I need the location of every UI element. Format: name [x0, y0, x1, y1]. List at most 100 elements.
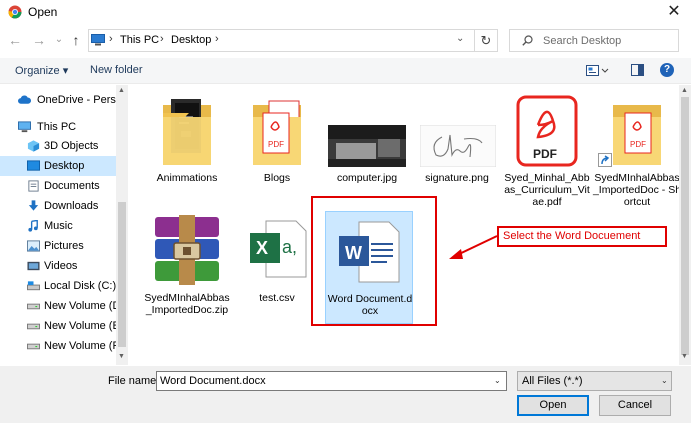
- up-folder-icon[interactable]: ↑: [67, 31, 85, 49]
- file-name: SyedMInhalAbbas_ImportedDoc.zip: [144, 292, 230, 316]
- file-type-dropdown-icon[interactable]: ⌄: [661, 376, 668, 385]
- sidebar-item-label: 3D Objects: [44, 140, 99, 152]
- scroll-up-icon[interactable]: ▲: [681, 87, 688, 94]
- file-name-input[interactable]: Word Document.docx: [156, 371, 507, 391]
- sidebar-item-documents[interactable]: Documents: [0, 176, 116, 196]
- sidebar-item-new-volume-f[interactable]: New Volume (F:): [0, 336, 116, 356]
- drive-icon: [27, 323, 40, 330]
- sidebar-scrollbar[interactable]: ▲ ▼: [116, 85, 128, 365]
- this-pc-icon: [91, 34, 105, 46]
- scroll-up-icon[interactable]: ▲: [118, 87, 125, 94]
- file-name: test.csv: [259, 292, 295, 304]
- dialog-footer: File name: Word Document.docx ⌄ All File…: [0, 366, 691, 423]
- file-item-imported-doc-zip[interactable]: SyedMInhalAbbas_ImportedDoc.zip: [142, 211, 232, 321]
- file-name: Blogs: [263, 172, 291, 184]
- download-icon: [28, 200, 39, 211]
- svg-text:PDF: PDF: [268, 140, 284, 149]
- sidebar-item-label: Pictures: [44, 240, 84, 252]
- preview-pane-icon[interactable]: [631, 64, 644, 76]
- scroll-down-icon[interactable]: ▼: [681, 353, 688, 360]
- breadcrumb-separator: ›: [160, 33, 164, 45]
- sidebar-item-desktop[interactable]: Desktop: [0, 156, 116, 176]
- pdf-icon-text: PDF: [533, 147, 557, 161]
- sidebar-item-label: OneDrive - Persor: [37, 94, 116, 106]
- file-name-dropdown-icon[interactable]: ⌄: [494, 376, 501, 385]
- csv-icon-text: a,: [282, 237, 298, 257]
- sidebar-item-label: Music: [44, 220, 73, 232]
- sidebar-item-videos[interactable]: Videos: [0, 256, 116, 276]
- command-bar: Organize ▾ New folder ?: [0, 58, 691, 84]
- sidebar-item-music[interactable]: Music: [0, 216, 116, 236]
- breadcrumb-this-pc[interactable]: This PC: [120, 34, 159, 46]
- refresh-icon[interactable]: ↻: [475, 29, 498, 52]
- documents-icon: [28, 180, 39, 192]
- file-item-test-csv[interactable]: X a, test.csv: [232, 211, 322, 304]
- search-input[interactable]: Search Desktop: [509, 29, 679, 52]
- navigation-bar: ← → ⌄ ↑ › This PC › Desktop › ⌄ ↻ Search…: [0, 26, 691, 56]
- back-icon[interactable]: ←: [6, 31, 24, 49]
- file-list: Animmations PDF Blogs computer.jpg signa…: [130, 85, 679, 365]
- sidebar-item-local-disk-c[interactable]: Local Disk (C:): [0, 276, 116, 296]
- sidebar-item-label: Videos: [44, 260, 78, 272]
- change-view-icon[interactable]: [586, 64, 610, 78]
- help-icon[interactable]: ?: [660, 63, 674, 77]
- file-name: signature.png: [425, 172, 489, 184]
- image-thumbnail-icon: [328, 125, 406, 167]
- sidebar-item-label: Downloads: [44, 200, 99, 212]
- title-bar: Open ✕: [0, 0, 691, 24]
- file-type-select[interactable]: All Files (*.*): [517, 371, 672, 391]
- annotation-highlight-box: [311, 196, 437, 326]
- file-name: Animmations: [156, 172, 218, 184]
- winrar-archive-icon: [155, 215, 219, 285]
- file-name: SyedMInhalAbbas_ImportedDoc - Shortcut: [592, 172, 679, 208]
- address-bar[interactable]: › This PC › Desktop › ⌄: [88, 29, 475, 52]
- excel-icon-letter: X: [256, 238, 269, 258]
- pictures-icon: [27, 240, 40, 252]
- file-item-computer-jpg[interactable]: computer.jpg: [322, 95, 412, 185]
- file-item-blogs[interactable]: PDF Blogs: [232, 95, 322, 185]
- close-icon[interactable]: ✕: [662, 1, 686, 23]
- file-name-label: File name:: [108, 375, 160, 387]
- svg-text:PDF: PDF: [630, 140, 646, 149]
- sidebar-item-downloads[interactable]: Downloads: [0, 196, 116, 216]
- annotation-arrow-icon: [449, 235, 498, 259]
- file-name: computer.jpg: [336, 172, 398, 184]
- shortcut-arrow-icon: [598, 153, 612, 167]
- sidebar-item-3d-objects[interactable]: 3D Objects: [0, 136, 116, 156]
- content-scroll-thumb[interactable]: [681, 97, 689, 355]
- sidebar-item-new-volume-e[interactable]: New Volume (E:): [0, 316, 116, 336]
- forward-icon[interactable]: →: [30, 31, 48, 49]
- sidebar-item-label: Desktop: [44, 160, 85, 172]
- scroll-down-icon[interactable]: ▼: [118, 353, 125, 360]
- new-folder-button[interactable]: New folder: [90, 64, 143, 76]
- file-item-imported-doc-shortcut[interactable]: PDF SyedMInhalAbbas_ImportedDoc - Shortc…: [592, 95, 679, 208]
- file-name: Syed_Minhal_Abbas_Curriculum_Vitae.pdf: [504, 172, 590, 208]
- open-button[interactable]: Open: [517, 395, 589, 416]
- computer-icon: [18, 121, 31, 133]
- search-placeholder: Search Desktop: [543, 35, 622, 47]
- sidebar-item-onedrive[interactable]: OneDrive - Persor: [0, 90, 116, 110]
- chrome-icon: [8, 5, 22, 19]
- file-item-cv-pdf[interactable]: PDF Syed_Minhal_Abbas_Curriculum_Vitae.p…: [502, 95, 592, 208]
- cube-icon: [27, 140, 40, 152]
- recent-locations-icon[interactable]: ⌄: [50, 31, 68, 49]
- file-item-signature-png[interactable]: signature.png: [412, 95, 502, 185]
- folder-icon: [163, 99, 211, 165]
- image-thumbnail-icon: [420, 125, 496, 167]
- file-item-animmations[interactable]: Animmations: [142, 95, 232, 185]
- sidebar-scroll-thumb[interactable]: [118, 202, 126, 347]
- sidebar-item-label: New Volume (E:): [44, 320, 116, 332]
- music-icon: [28, 220, 38, 232]
- annotation-callout: Select the Word Docuement: [497, 226, 667, 247]
- cancel-button[interactable]: Cancel: [599, 395, 671, 416]
- address-dropdown-icon[interactable]: ⌄: [456, 33, 464, 44]
- organize-button[interactable]: Organize ▾: [15, 64, 68, 77]
- sidebar-item-new-volume-d[interactable]: New Volume (D:: [0, 296, 116, 316]
- breadcrumb-desktop[interactable]: Desktop: [171, 34, 211, 46]
- sidebar-item-pictures[interactable]: Pictures: [0, 236, 116, 256]
- sidebar-item-label: New Volume (F:): [44, 340, 116, 352]
- search-icon: [522, 35, 533, 46]
- window-title: Open: [28, 5, 58, 19]
- content-scrollbar[interactable]: ▲ ▼: [679, 85, 691, 365]
- sidebar-item-this-pc[interactable]: This PC: [0, 117, 116, 137]
